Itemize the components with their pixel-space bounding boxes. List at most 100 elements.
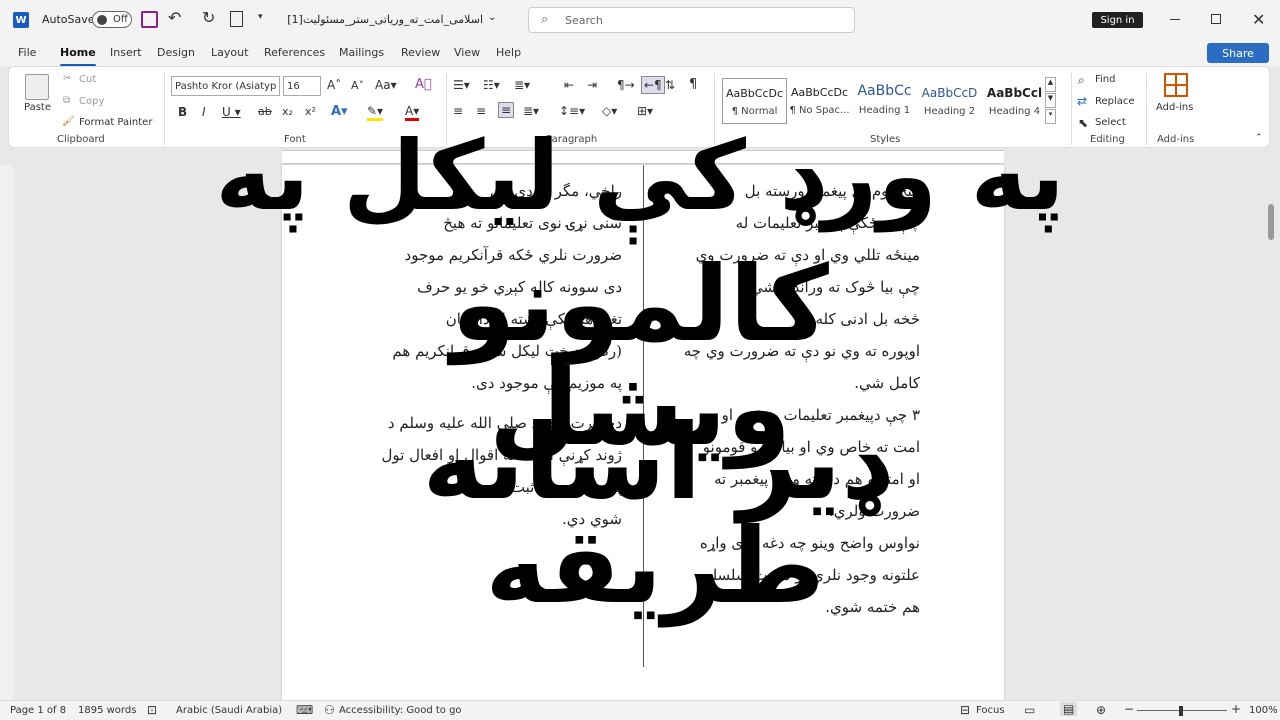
styles-scroll-down-icon[interactable]: ▼ [1045,93,1056,108]
print-layout-icon[interactable]: ▤ [1060,702,1078,716]
text-effects-icon[interactable]: A▾ [331,104,348,119]
tab-view[interactable]: View [454,46,480,59]
grow-font-icon[interactable]: A˄ [327,78,341,92]
change-case-icon[interactable]: Aa▾ [375,78,397,92]
replace-button[interactable]: Replace [1095,96,1135,107]
proofing-icon[interactable]: ⊡ [147,703,157,717]
tab-insert[interactable]: Insert [110,46,142,59]
divider [164,73,165,145]
undo-icon[interactable]: ↶ [168,8,181,27]
superscript-icon[interactable]: x² [305,105,316,118]
autosave-toggle[interactable]: Off [92,11,132,28]
font-name-select[interactable]: Pashto Kror (Asiatyp [171,76,280,96]
rtl-icon[interactable]: ←¶ [641,76,665,94]
addins-icon[interactable] [1164,73,1188,97]
shrink-font-icon[interactable]: A˅ [351,79,364,92]
cut-button[interactable]: Cut [79,74,96,85]
read-mode-icon[interactable]: ▭ [1024,703,1035,717]
format-painter-icon[interactable]: 🖌 [62,116,75,127]
line-spacing-icon[interactable]: ↕≡▾ [559,104,585,118]
font-name-value: Pashto Kror (Asiatyp [175,80,277,92]
numbering-icon[interactable]: ☷▾ [483,78,500,92]
zoom-level[interactable]: 100% [1249,705,1278,716]
bullets-icon[interactable]: ☰▾ [453,78,470,92]
vertical-scrollbar[interactable] [1268,204,1274,240]
subscript-icon[interactable]: x₂ [282,105,293,118]
find-icon[interactable]: ⌕ [1078,73,1085,88]
align-center-icon[interactable]: ≡ [476,104,486,118]
zoom-in-button[interactable]: + [1231,702,1241,716]
language-status[interactable]: Arabic (Saudi Arabia) [176,705,282,716]
strikethrough-icon[interactable]: ab [258,105,272,118]
sort-icon[interactable]: ⇅ [665,78,675,92]
new-document-icon[interactable] [230,11,243,27]
customize-toolbar-icon[interactable]: ▾ [258,12,263,22]
borders-icon[interactable]: ⊞▾ [637,104,653,118]
italic-icon[interactable]: I [202,105,206,119]
font-size-select[interactable]: 16 [283,76,321,96]
increase-indent-icon[interactable]: ⇥ [587,78,597,92]
style-heading-2[interactable]: AaBbCcD Heading 2 [917,78,982,124]
share-button[interactable]: Share [1207,43,1269,63]
zoom-out-button[interactable]: − [1124,702,1134,716]
format-painter-button[interactable]: Format Painter [79,117,152,128]
addins-button[interactable]: Add-ins [1156,102,1193,113]
replace-icon[interactable]: ⇄ [1077,94,1087,108]
find-button[interactable]: Find [1095,74,1116,85]
style-no-spacing[interactable]: AaBbCcDc ¶ No Spac... [787,78,852,124]
style-normal[interactable]: AaBbCcDc ¶ Normal [722,78,787,124]
clear-formatting-icon[interactable]: A⃠ [415,77,432,92]
multilevel-list-icon[interactable]: ≣▾ [514,78,530,92]
close-icon[interactable]: ✕ [1252,10,1265,29]
document-title[interactable]: اسلامی_امت_ته_وریاتی_ستر_مسئولیت[1]... [288,13,483,26]
tab-home[interactable]: Home [60,46,96,67]
tab-review[interactable]: Review [401,46,440,59]
justify-icon[interactable]: ≣▾ [523,104,539,118]
editing-group-label: Editing [1090,134,1125,145]
tab-file[interactable]: File [18,46,36,59]
tab-layout[interactable]: Layout [211,46,248,59]
tab-help[interactable]: Help [496,46,521,59]
select-button[interactable]: Select [1095,117,1126,128]
style-heading-1[interactable]: AaBbCc Heading 1 [852,78,917,124]
tab-mailings[interactable]: Mailings [339,46,384,59]
sign-in-button[interactable]: Sign in [1092,12,1143,28]
accessibility-status[interactable]: Accessibility: Good to go [339,705,462,716]
ltr-icon[interactable]: ¶→ [617,78,635,92]
word-count[interactable]: 1895 words [78,705,136,716]
copy-button[interactable]: Copy [79,96,104,107]
paste-button[interactable]: Paste [24,102,51,113]
highlight-icon[interactable]: ✎▾ [367,104,384,121]
vertical-ruler[interactable] [0,165,14,700]
styles-scroll-up-icon[interactable]: ▲ [1045,77,1056,92]
search-box[interactable]: ⌕ Search [528,7,855,33]
cut-icon[interactable]: ✂ [63,73,71,84]
page-count[interactable]: Page 1 of 8 [10,705,66,716]
accessibility-icon[interactable]: ⚇ [324,703,335,717]
focus-button[interactable]: Focus [976,705,1005,716]
title-dropdown-icon[interactable]: ⌄ [488,12,496,23]
copy-icon[interactable]: ⧉ [63,95,70,106]
tab-design[interactable]: Design [157,46,195,59]
collapse-ribbon-icon[interactable]: ⌃ [1255,133,1263,143]
restore-icon[interactable] [1211,14,1221,24]
tab-references[interactable]: References [264,46,325,59]
minimize-icon[interactable] [1170,19,1180,20]
underline-icon[interactable]: U ▾ [222,105,241,119]
style-heading-4[interactable]: AaBbCcl Heading 4 [982,78,1047,124]
zoom-slider-thumb[interactable] [1179,706,1183,716]
save-icon[interactable] [141,11,158,28]
style-name: ¶ Normal [731,106,778,117]
shading-icon[interactable]: ◇▾ [602,104,617,118]
redo-icon[interactable]: ↻ [202,8,215,27]
font-color-icon[interactable]: A▾ [405,104,420,121]
text-predictions-icon[interactable]: ⌨ [296,703,313,717]
decrease-indent-icon[interactable]: ⇤ [564,78,574,92]
focus-icon[interactable]: ⊟ [960,703,970,717]
web-layout-icon[interactable]: ⊕ [1096,703,1106,717]
show-formatting-icon[interactable]: ¶ [689,77,697,92]
bold-icon[interactable]: B [178,105,187,119]
align-right-icon[interactable]: ≡ [498,102,515,118]
align-left-icon[interactable]: ≡ [453,104,463,118]
paste-icon[interactable] [25,74,49,100]
